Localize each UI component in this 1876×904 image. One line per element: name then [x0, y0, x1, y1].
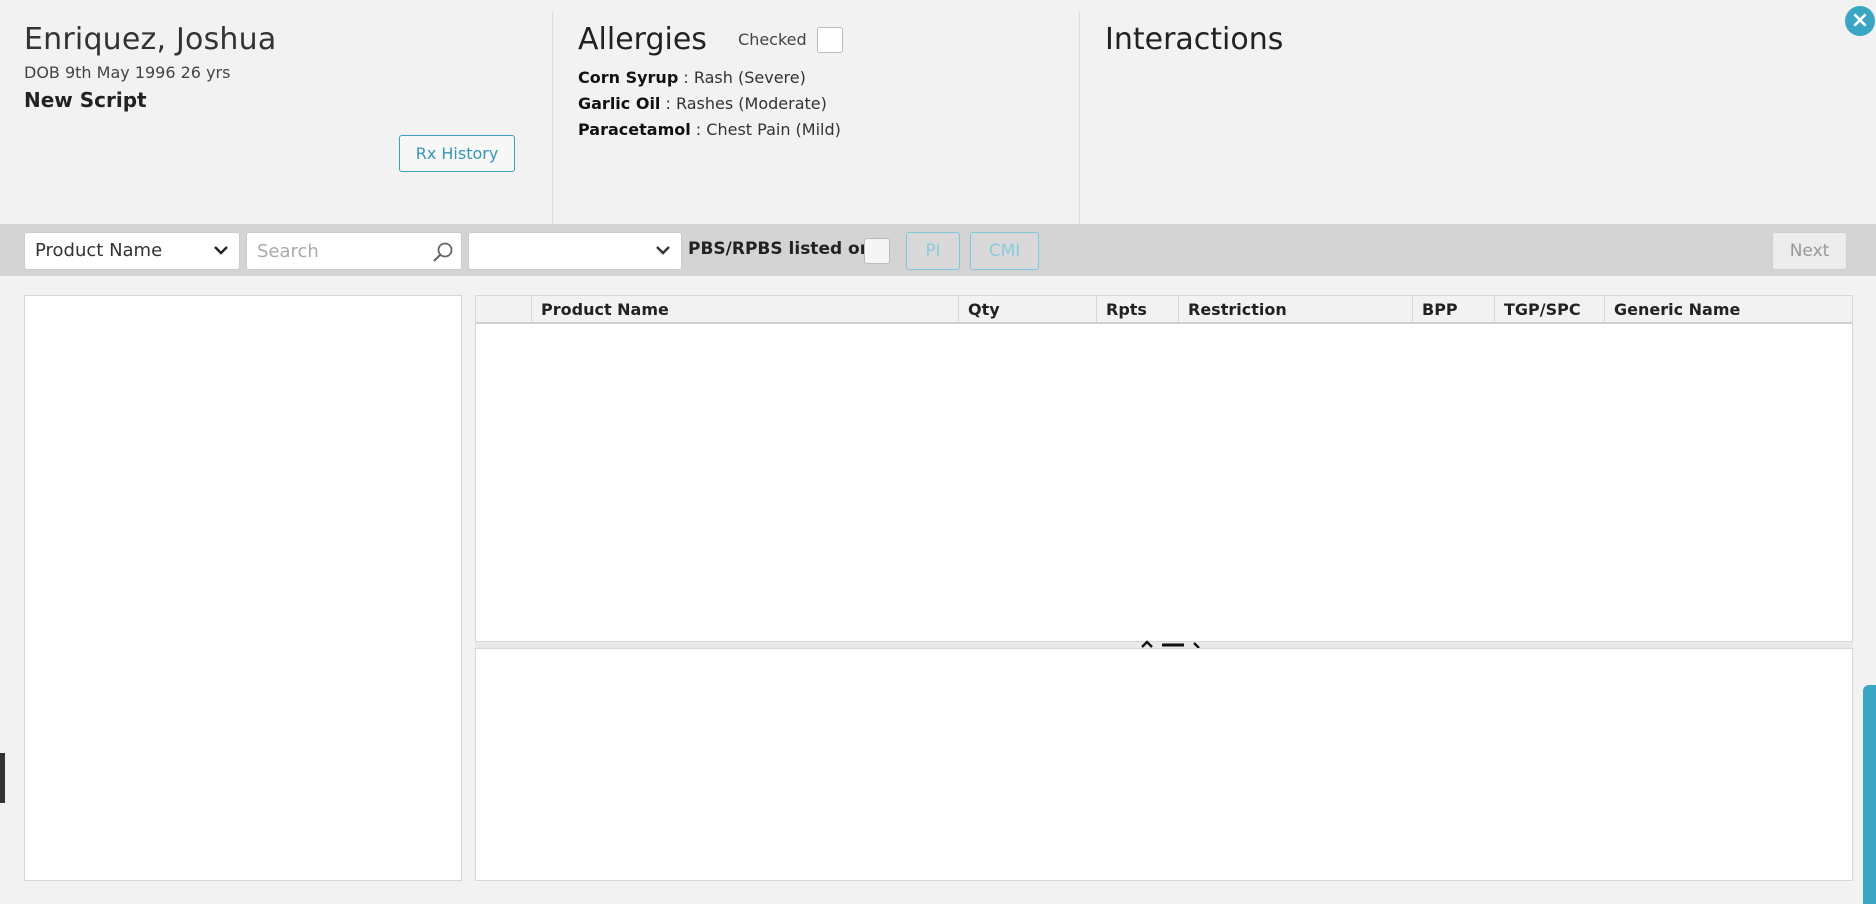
- allergy-detail: : Chest Pain (Mild): [690, 120, 841, 139]
- allergy-item: Corn Syrup : Rash (Severe): [578, 65, 1078, 91]
- interactions-title: Interactions: [1105, 22, 1284, 57]
- search-type-value: Product Name: [35, 240, 163, 261]
- column-header-restriction[interactable]: Restriction: [1179, 296, 1413, 322]
- allergies-checked-checkbox[interactable]: [816, 26, 843, 53]
- rx-history-button[interactable]: Rx History: [399, 135, 515, 172]
- column-header-product-name[interactable]: Product Name: [532, 296, 959, 322]
- search-icon[interactable]: [431, 240, 455, 264]
- left-edge-handle[interactable]: [0, 753, 5, 803]
- patient-panel: Enriquez, Joshua DOB 9th May 1996 26 yrs…: [24, 22, 552, 222]
- next-button[interactable]: Next: [1772, 232, 1847, 270]
- allergies-panel: Allergies Checked Corn Syrup : Rash (Sev…: [578, 22, 1078, 222]
- pbs-listed-label: PBS/RPBS listed only: [688, 239, 889, 259]
- column-header-qty[interactable]: Qty: [959, 296, 1097, 322]
- allergy-item: Paracetamol : Chest Pain (Mild): [578, 117, 1078, 143]
- search-type-select[interactable]: Product Name: [24, 232, 240, 270]
- product-table: Product Name Qty Rpts Restriction BPP TG…: [475, 295, 1853, 642]
- chevron-down-icon: [213, 233, 229, 282]
- allergy-name: Corn Syrup: [578, 68, 679, 87]
- patient-name: Enriquez, Joshua: [24, 22, 277, 57]
- column-header-bpp[interactable]: BPP: [1413, 296, 1495, 322]
- cmi-button[interactable]: CMI: [970, 232, 1039, 270]
- header-divider: [552, 12, 553, 224]
- column-header-tgp-spc[interactable]: TGP/SPC: [1495, 296, 1605, 322]
- allergy-list: Corn Syrup : Rash (Severe) Garlic Oil : …: [578, 65, 1078, 143]
- left-results-pane[interactable]: [24, 295, 462, 881]
- product-detail-pane: [475, 648, 1853, 881]
- script-title: New Script: [24, 88, 147, 112]
- allergy-detail: : Rashes (Moderate): [660, 94, 827, 113]
- table-header: Product Name Qty Rpts Restriction BPP TG…: [476, 296, 1852, 324]
- close-button[interactable]: ×: [1845, 6, 1875, 36]
- column-header-rpts[interactable]: Rpts: [1097, 296, 1179, 322]
- allergies-checked: Checked: [738, 26, 843, 53]
- allergy-name: Paracetamol: [578, 120, 691, 139]
- pi-button[interactable]: PI: [906, 232, 960, 270]
- allergy-item: Garlic Oil : Rashes (Moderate): [578, 91, 1078, 117]
- header: Enriquez, Joshua DOB 9th May 1996 26 yrs…: [0, 0, 1876, 224]
- toolbar: Product Name PBS/RPBS listed only PI CMI…: [0, 224, 1876, 276]
- patient-dob: DOB 9th May 1996 26 yrs: [24, 63, 231, 82]
- header-divider: [1079, 12, 1080, 224]
- interactions-panel: Interactions: [1105, 22, 1283, 57]
- search-box: [246, 232, 462, 270]
- chevron-down-icon: [655, 233, 671, 282]
- allergy-detail: : Rash (Severe): [678, 68, 806, 87]
- close-icon: ×: [1850, 8, 1870, 33]
- search-input[interactable]: [247, 233, 427, 269]
- allergy-name: Garlic Oil: [578, 94, 661, 113]
- filter-select[interactable]: [468, 232, 682, 270]
- pbs-listed-checkbox[interactable]: [864, 238, 890, 264]
- column-header-generic-name[interactable]: Generic Name: [1605, 296, 1852, 322]
- checked-label: Checked: [738, 30, 807, 49]
- allergies-title: Allergies: [578, 22, 707, 57]
- side-panel-tab[interactable]: [1863, 685, 1876, 904]
- column-header-select[interactable]: [476, 296, 532, 322]
